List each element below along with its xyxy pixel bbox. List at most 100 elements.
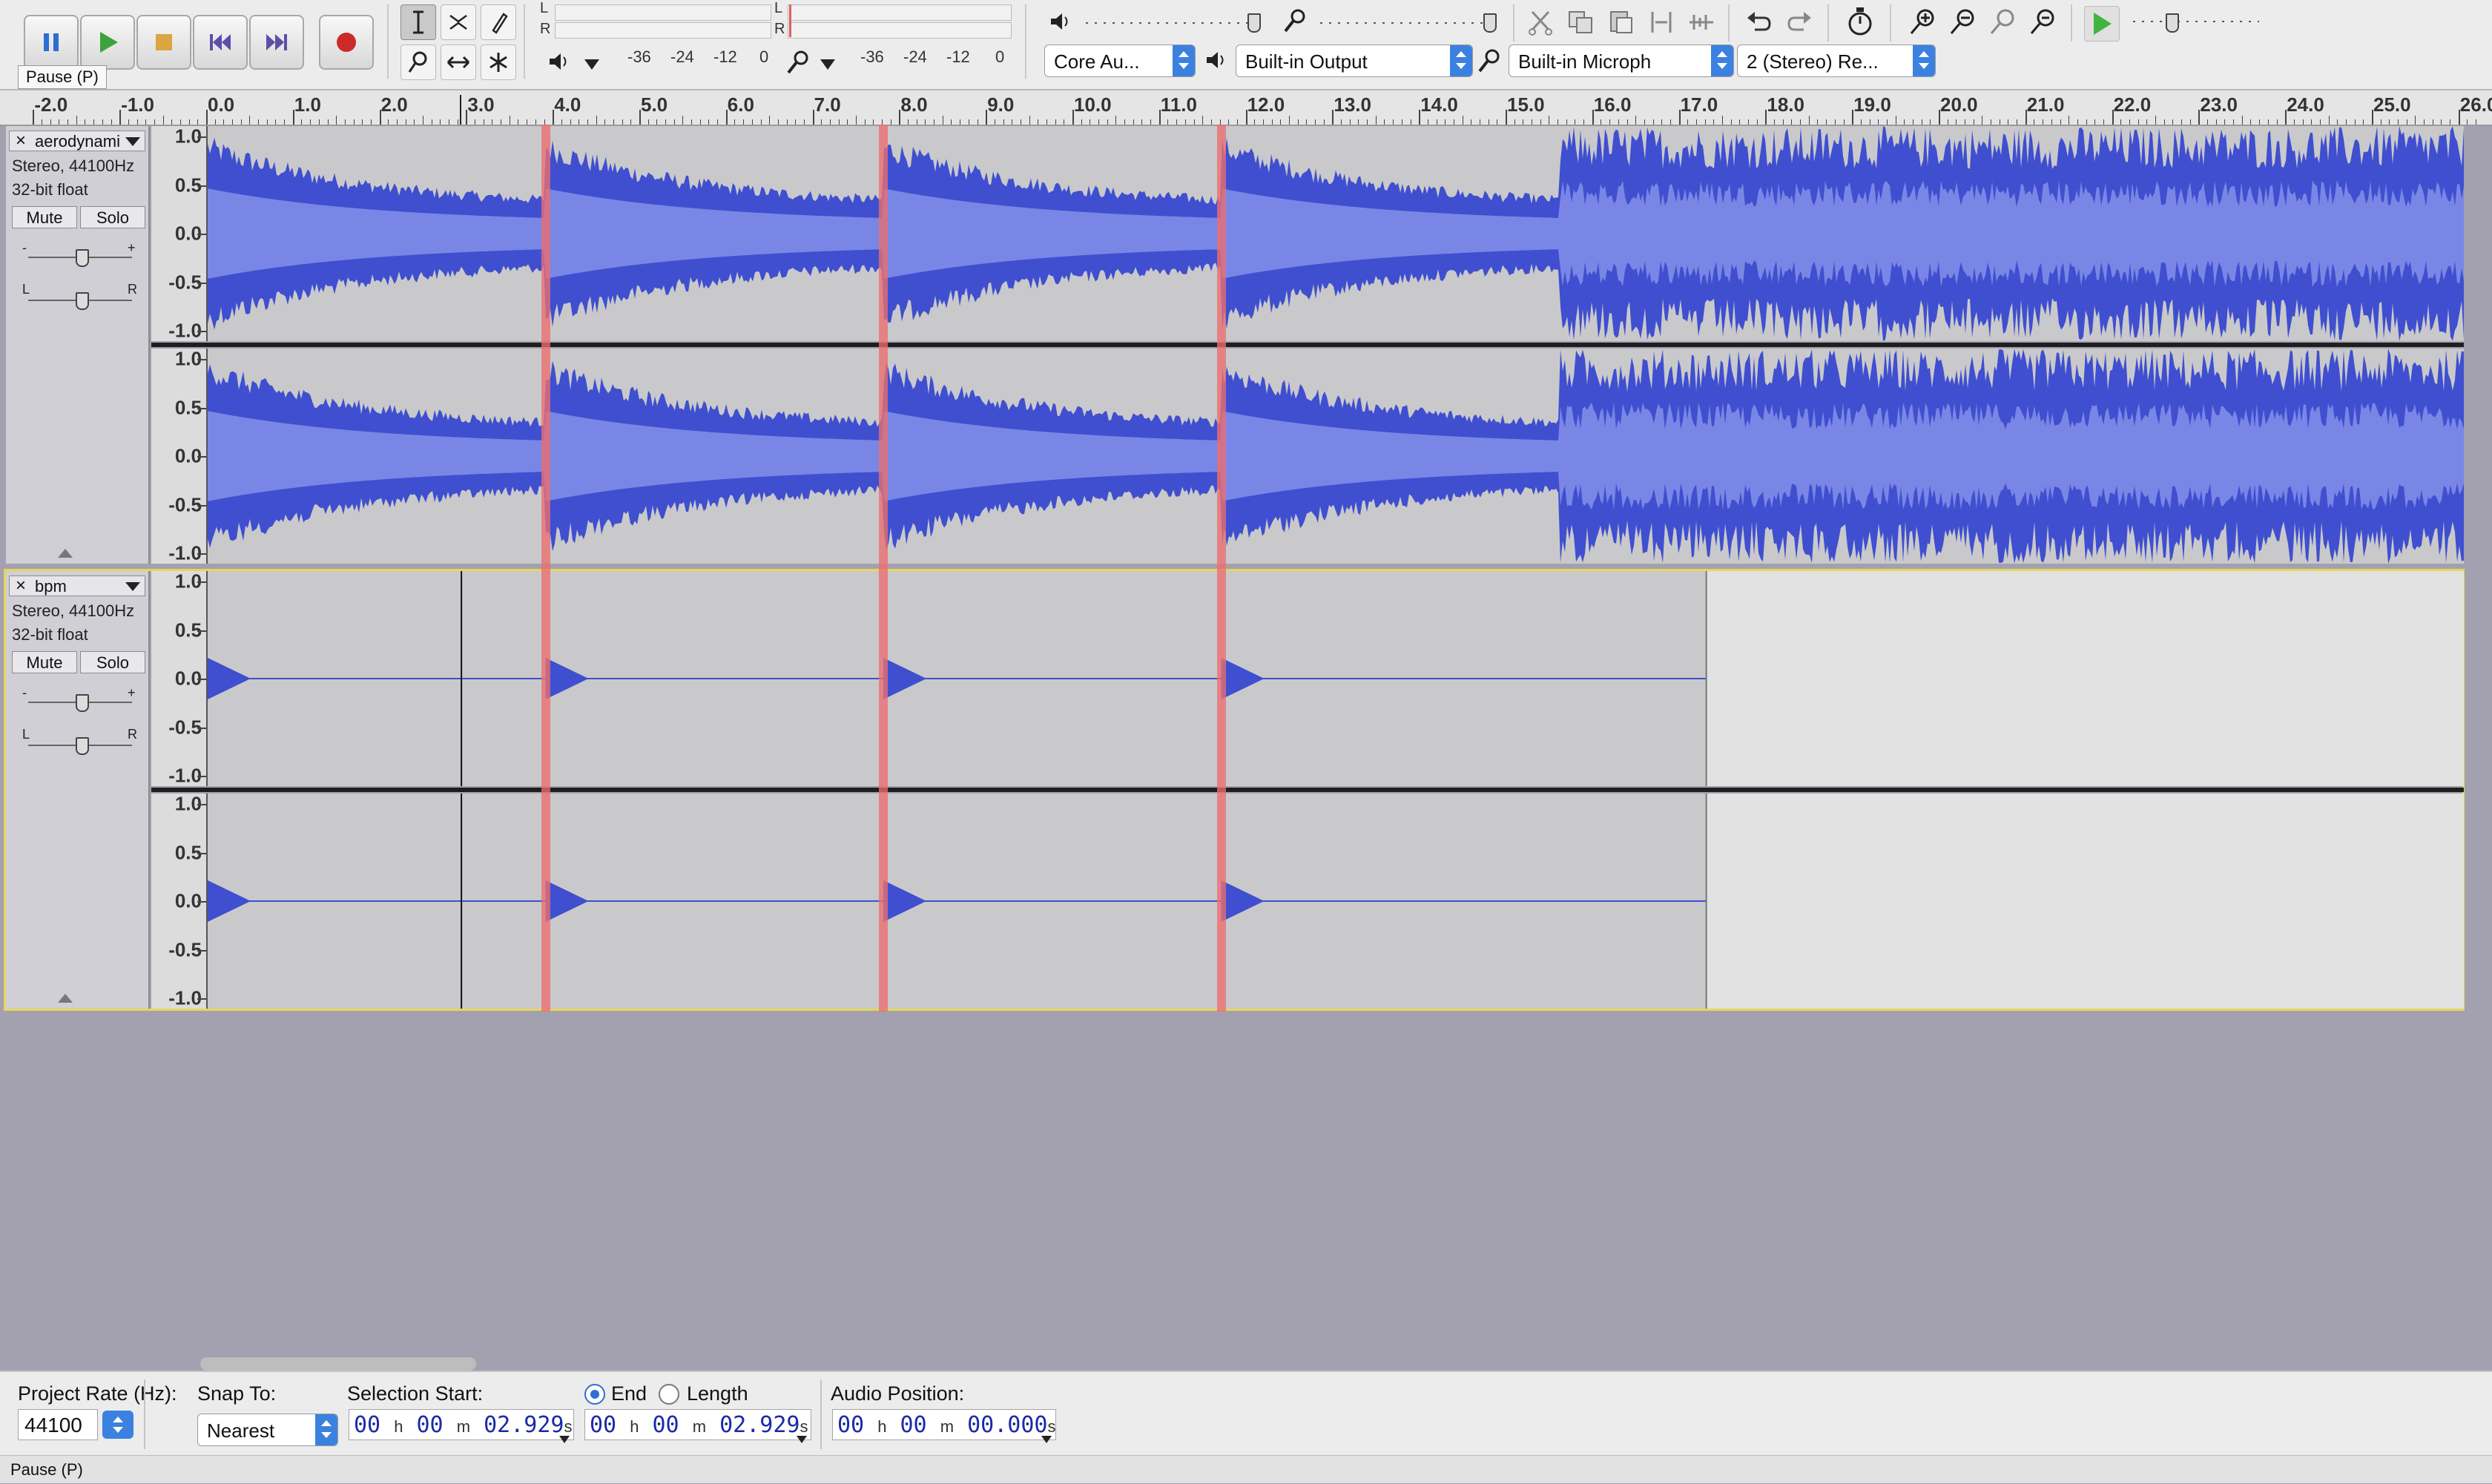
play-speed-slider[interactable] (2133, 21, 2259, 22)
play-meter-r[interactable] (788, 22, 1012, 39)
solo-button[interactable]: Solo (80, 651, 145, 673)
record-meter-l[interactable] (555, 4, 771, 21)
ruler-minor-tick (1800, 119, 1802, 125)
toolbar: Pause (P) L R L R -36 -24 -12 0 -36 -24 … (0, 0, 2492, 90)
audio-pos-menu-icon[interactable] (1041, 1422, 1052, 1453)
pan-slider-knob[interactable] (76, 737, 89, 755)
project-rate-input[interactable]: 44100 (18, 1409, 98, 1440)
click-pulse (1221, 880, 1265, 922)
record-button[interactable] (319, 15, 374, 70)
ruler-minor-tick (1626, 119, 1628, 125)
ruler-minor-tick (1566, 119, 1567, 125)
fit-project-icon[interactable] (2028, 7, 2057, 41)
silence-icon[interactable] (1687, 7, 1716, 41)
audio-track[interactable]: × aerodynami Stereo, 44100Hz 32-bit float Mu… (6, 125, 2464, 564)
sync-lock-icon[interactable] (1845, 6, 1875, 42)
meter-scale-a3: 0 (759, 47, 769, 66)
paste-icon[interactable] (1606, 7, 1636, 41)
audio-position-time[interactable]: 00 h 00 m 00.000s (832, 1409, 1056, 1443)
empty-track-region (1706, 571, 2464, 786)
track-bit-depth: 32-bit float (12, 625, 88, 644)
meter-menu-icon[interactable] (583, 58, 601, 75)
pan-slider-knob[interactable] (76, 292, 89, 310)
pan-left-label: L (22, 282, 30, 297)
input-device-select[interactable]: Built-in Microph (1509, 44, 1734, 77)
skip-start-button[interactable] (193, 15, 248, 70)
selection-tool[interactable] (400, 4, 436, 40)
cut-icon[interactable] (1526, 7, 1556, 41)
undo-icon[interactable] (1744, 7, 1774, 41)
ruler-minor-tick (2276, 119, 2278, 125)
gain-slider-knob[interactable] (76, 694, 89, 712)
project-rate-stepper[interactable] (102, 1411, 134, 1439)
copy-icon[interactable] (1566, 7, 1596, 41)
audio-pos-m-unit: m (940, 1417, 955, 1436)
recording-volume-slider[interactable] (1320, 22, 1491, 24)
pause-button[interactable] (24, 15, 79, 70)
skip-end-button[interactable] (249, 15, 304, 70)
snap-to-select[interactable]: Nearest (197, 1414, 338, 1446)
play-button[interactable] (80, 15, 135, 70)
end-radio[interactable] (584, 1384, 605, 1405)
draw-tool[interactable] (481, 4, 516, 40)
zoom-tool[interactable] (400, 44, 436, 80)
collapse-track-icon[interactable] (58, 549, 73, 558)
close-track-icon[interactable]: × (11, 131, 30, 151)
bpm-track[interactable]: × bpm Stereo, 44100Hz 32-bit float Mute Solo -… (4, 569, 2465, 1011)
collapse-track-icon[interactable] (58, 994, 73, 1003)
mute-button[interactable]: Mute (12, 206, 77, 228)
ruler-minor-tick (1904, 119, 1905, 125)
label-region-marker[interactable] (541, 125, 550, 1012)
ruler-tick-label: 13.0 (1334, 93, 1371, 116)
zoom-out-icon[interactable] (1948, 7, 1977, 41)
ruler-minor-tick (777, 119, 779, 125)
ruler-minor-tick (1124, 119, 1126, 125)
ruler-minor-tick (1323, 119, 1325, 125)
play-meter-l[interactable] (788, 4, 1012, 21)
sel-end-menu-icon[interactable] (796, 1422, 808, 1453)
horizontal-scrollbar[interactable] (200, 1357, 476, 1371)
play-at-speed-button[interactable] (2084, 6, 2120, 42)
output-device-select[interactable]: Built-in Output (1236, 44, 1473, 77)
label-region-marker[interactable] (879, 125, 889, 1012)
track-dropdown-icon[interactable] (125, 137, 140, 146)
track-dropdown-icon[interactable] (125, 582, 140, 591)
gain-slider-knob[interactable] (76, 249, 89, 267)
envelope-tool[interactable] (441, 4, 476, 40)
status-bar: Pause (P) (0, 1455, 2492, 1483)
play-speed-knob[interactable] (2166, 13, 2179, 33)
close-track-icon[interactable]: × (11, 576, 30, 596)
ruler-minor-tick (1133, 119, 1134, 125)
playhead-marker[interactable] (460, 95, 462, 125)
sel-start-menu-icon[interactable] (558, 1422, 570, 1453)
selection-end-time[interactable]: 00 h 00 m 02.929s (584, 1409, 811, 1443)
zoom-in-icon[interactable] (1908, 7, 1937, 41)
track-format: Stereo, 44100Hz (12, 601, 135, 620)
redo-icon[interactable] (1784, 7, 1814, 41)
track-name-menu[interactable]: × bpm (9, 576, 145, 596)
ruler-minor-tick (535, 119, 536, 125)
timeshift-tool[interactable] (441, 44, 476, 80)
playback-volume-slider[interactable] (1086, 22, 1264, 24)
timeline-ruler[interactable]: -2.0 -1.0 0.0 1.0 2.0 3.0 4.0 5.0 6.0 7.0 8.0 9.0 10… (0, 90, 2492, 126)
audio-host-select[interactable]: Core Au... (1044, 44, 1196, 77)
trim-icon[interactable] (1646, 7, 1676, 41)
stop-button[interactable] (136, 15, 191, 70)
recording-volume-knob[interactable] (1483, 13, 1497, 33)
mute-button[interactable]: Mute (12, 651, 77, 673)
playback-volume-knob[interactable] (1247, 13, 1261, 33)
input-channels-select[interactable]: 2 (Stereo) Re... (1737, 44, 1936, 77)
ruler-minor-tick (1756, 119, 1758, 125)
track-name-menu[interactable]: × aerodynami (9, 131, 145, 151)
ruler-tick-label: 6.0 (727, 93, 754, 116)
ruler-tick-label: 19.0 (1853, 93, 1891, 116)
label-region-marker[interactable] (1216, 125, 1226, 1012)
ruler-minor-tick (1046, 119, 1047, 125)
record-meter-r[interactable] (555, 22, 771, 39)
multi-tool[interactable] (481, 44, 516, 80)
fit-selection-icon[interactable] (1988, 7, 2017, 41)
meter-menu-icon-2[interactable] (819, 58, 837, 75)
length-radio[interactable] (659, 1384, 679, 1405)
selection-start-time[interactable]: 00 h 00 m 02.929s (349, 1409, 574, 1443)
solo-button[interactable]: Solo (80, 206, 145, 228)
